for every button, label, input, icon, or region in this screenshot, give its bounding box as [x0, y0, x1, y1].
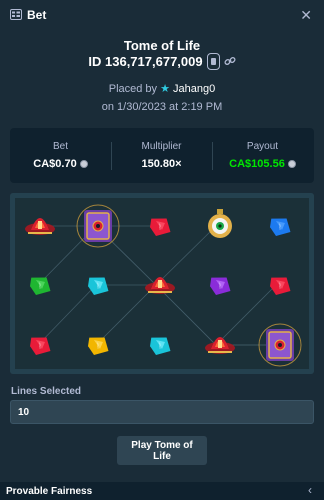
slot-symbol-yellow-amulet: [208, 209, 232, 238]
payout-amount: CA$105.56: [212, 158, 313, 170]
username-link[interactable]: Jahang0: [173, 83, 215, 95]
slot-symbol-red-gem: ᚱ: [30, 337, 51, 356]
placed-by-row: Placed by ★ Jahang0: [0, 82, 324, 95]
slot-symbol-red-gem: ᚱ: [150, 218, 171, 237]
lines-selected-label: Lines Selected: [11, 386, 82, 397]
slot-symbol-cyan-gem: ᚱ: [150, 337, 171, 356]
multiplier-value: 150.80×: [141, 158, 182, 170]
bet-stats-panel: Bet CA$0.70 Multiplier 150.80× Payout CA…: [10, 128, 314, 183]
bet-label: Bet: [52, 141, 68, 152]
bet-amount-text: CA$0.70: [33, 158, 77, 170]
svg-text:ᚱ: ᚱ: [38, 282, 42, 290]
svg-text:ᚱ: ᚱ: [158, 342, 162, 350]
link-icon[interactable]: [224, 55, 236, 67]
svg-text:ᚱ: ᚱ: [158, 223, 162, 231]
payout-amount-text: CA$105.56: [229, 158, 285, 170]
slot-symbol-red-lantern: [205, 337, 235, 354]
slot-symbol-purple-gem: ᚱ: [210, 277, 231, 296]
payout-label: Payout: [246, 141, 279, 152]
slot-symbols: ᚱ ᚱ ᚱ ᚱ ᚱ ᚱ ᚱ ᚱ ᚱ: [25, 204, 302, 367]
svg-text:ᚱ: ᚱ: [218, 282, 222, 290]
stat-payout: Payout CA$105.56: [212, 128, 313, 183]
play-game-button[interactable]: Play Tome of Life: [117, 436, 207, 465]
slot-symbol-blue-gem: ᚱ: [270, 218, 291, 237]
lines-selected-input[interactable]: [10, 400, 314, 424]
svg-text:ᚱ: ᚱ: [38, 342, 42, 350]
svg-text:ᚱ: ᚱ: [278, 223, 282, 231]
slot-symbol-red-lantern: [145, 277, 175, 294]
currency-coin-icon: [287, 160, 296, 168]
modal-title: Bet: [27, 8, 47, 22]
bet-date: on 1/30/2023 at 2:19 PM: [101, 101, 223, 113]
bet-id: ID 136,717,677,009: [88, 53, 203, 69]
slot-grid: ᚱ ᚱ ᚱ ᚱ ᚱ ᚱ ᚱ ᚱ ᚱ: [10, 193, 314, 374]
slot-symbol-green-gem: ᚱ: [30, 277, 51, 296]
slot-symbol-red-gem: ᚱ: [270, 277, 291, 296]
vip-star-icon: ★: [160, 83, 170, 95]
stat-multiplier: Multiplier 150.80×: [111, 128, 212, 183]
provable-fairness-bar[interactable]: Provable Fairness ‹: [0, 482, 324, 500]
bet-id-row: ID 136,717,677,009: [0, 52, 324, 70]
slot-symbol-cyan-gem: ᚱ: [88, 277, 109, 296]
bet-slip-icon: [10, 9, 22, 20]
stat-bet: Bet CA$0.70: [10, 128, 111, 183]
chevron-left-icon[interactable]: ‹: [308, 483, 312, 497]
svg-text:ᚱ: ᚱ: [96, 282, 100, 290]
slot-board: ᚱ ᚱ ᚱ ᚱ ᚱ ᚱ ᚱ ᚱ ᚱ: [10, 193, 314, 374]
currency-coin-icon: [79, 160, 88, 168]
multiplier-label: Multiplier: [141, 141, 182, 152]
modal-header: Bet ✕: [0, 0, 324, 30]
slot-symbol-red-lantern: [25, 218, 55, 235]
copy-icon[interactable]: [206, 52, 220, 70]
slot-symbol-yellow-gem: ᚱ: [88, 337, 109, 356]
game-title[interactable]: Tome of Life: [0, 38, 324, 53]
bet-amount: CA$0.70: [10, 158, 111, 170]
placed-by-label: Placed by: [108, 83, 158, 95]
svg-text:ᚱ: ᚱ: [96, 342, 100, 350]
svg-text:ᚱ: ᚱ: [278, 282, 282, 290]
provable-fairness-label: Provable Fairness: [6, 486, 93, 497]
close-icon[interactable]: ✕: [300, 7, 312, 24]
